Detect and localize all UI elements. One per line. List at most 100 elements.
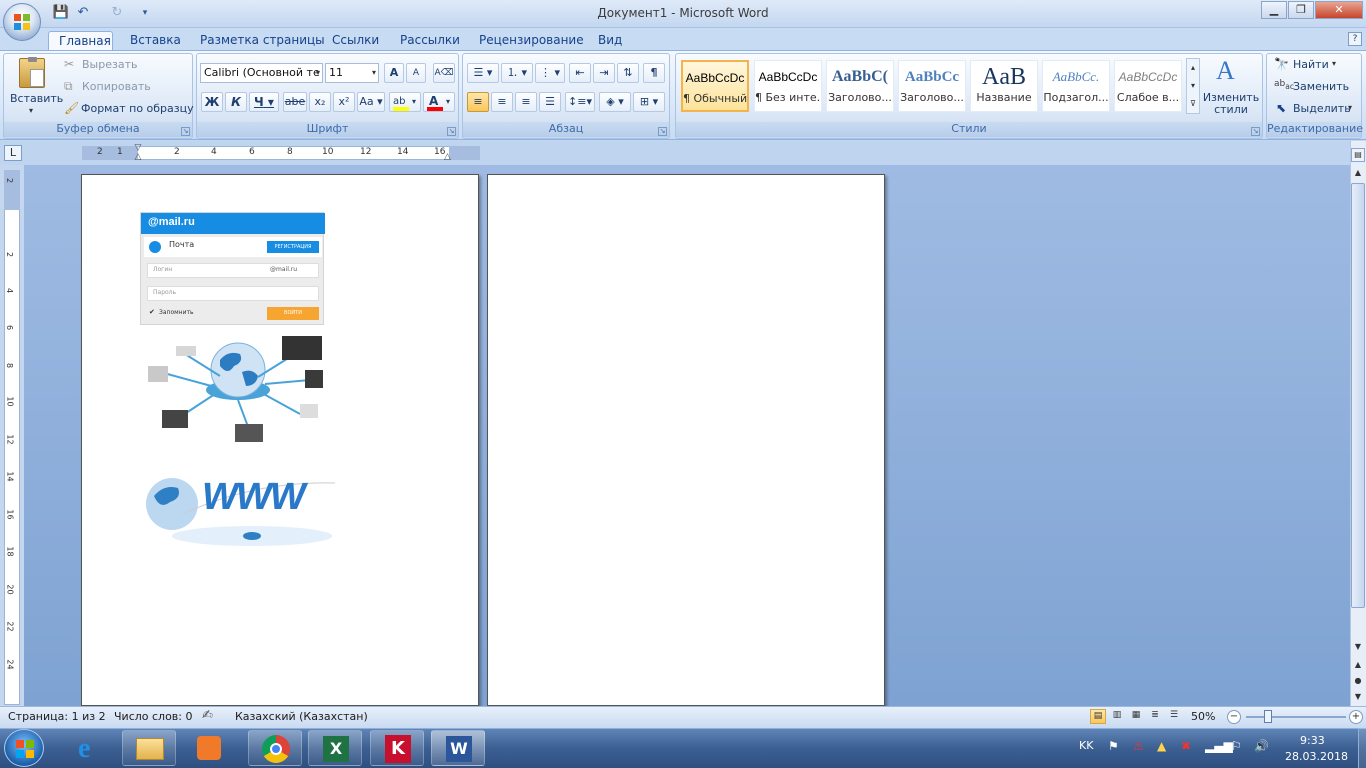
numbering-button[interactable]: ⒈ ▾ [501,63,533,83]
previous-page-icon[interactable]: ▲ [1351,658,1365,672]
decrease-indent-button[interactable]: ⇤ [569,63,591,83]
replace-button[interactable]: abac Заменить [1274,79,1360,95]
close-button[interactable]: ✕ [1315,1,1363,19]
find-button[interactable]: 🔭 Найти ▾ [1274,57,1360,73]
taskbar-chrome[interactable] [248,730,302,766]
zoom-slider-thumb[interactable] [1264,710,1272,723]
style-subtitle[interactable]: AaBbCc. Подзагол... [1042,60,1110,112]
shading-button[interactable]: ◈ ▾ [599,92,631,112]
tray-drive-icon[interactable]: ▲ [1157,739,1166,753]
select-button[interactable]: ⬉ Выделить ▾ [1274,101,1360,117]
subscript-button[interactable]: x₂ [309,92,331,112]
show-marks-button[interactable]: ¶ [643,63,665,83]
borders-button[interactable]: ⊞ ▾ [633,92,665,112]
zoom-out-icon[interactable]: − [1227,710,1241,724]
styles-launcher-icon[interactable]: ↘ [1251,127,1260,136]
tab-insert[interactable]: Вставка [120,31,191,51]
highlight-button[interactable]: ab ▾ [389,92,421,112]
tab-references[interactable]: Ссылки [322,31,389,51]
tab-mailings[interactable]: Рассылки [390,31,470,51]
indent-marker-icon[interactable]: ▽ △ [133,144,143,164]
paste-dropdown-icon[interactable]: ▾ [29,106,33,115]
mailru-login-image[interactable]: @mail.ru Почта РЕГИСТРАЦИЯ Логин @mail.r… [140,212,325,325]
tray-kaspersky-icon[interactable]: ✖ [1181,739,1191,753]
style-no-spacing[interactable]: AaBbCcDc ¶ Без инте... [754,60,822,112]
show-desktop-button[interactable] [1358,728,1366,768]
italic-button[interactable]: К [225,92,247,112]
font-launcher-icon[interactable]: ↘ [447,127,456,136]
network-globe-image[interactable] [140,332,340,462]
copy-button[interactable]: ⧉ Копировать [64,79,184,95]
tray-volume-icon[interactable]: 🔊 [1254,739,1269,753]
full-screen-reading-view-icon[interactable]: ▥ [1109,709,1125,724]
web-layout-view-icon[interactable]: ▦ [1128,709,1144,724]
tab-page-layout[interactable]: Разметка страницы [190,31,335,51]
scroll-up-icon[interactable]: ▲ [1351,166,1365,180]
paste-button[interactable]: Вставить ▾ [7,56,63,120]
taskbar-explorer[interactable] [122,730,176,766]
bold-button[interactable]: Ж [201,92,223,112]
font-size-combo[interactable]: 11 ▾ [325,63,379,83]
office-button[interactable] [3,3,41,41]
zoom-slider-track[interactable] [1246,716,1346,718]
superscript-button[interactable]: x² [333,92,355,112]
shrink-font-button[interactable]: A [406,63,426,83]
tab-view[interactable]: Вид [588,31,632,51]
styles-scroll[interactable]: ▴ ▾ ⊽ [1186,58,1200,114]
scrollbar-thumb[interactable] [1351,183,1365,608]
tray-language[interactable]: KK [1079,739,1093,752]
multilevel-list-button[interactable]: ⋮ ▾ [535,63,565,83]
paragraph-launcher-icon[interactable]: ↘ [658,127,667,136]
scroll-down-icon[interactable]: ▼ [1351,640,1365,654]
restore-button[interactable]: ❐ [1288,1,1314,19]
page-2[interactable] [487,174,885,706]
align-left-button[interactable]: ≡ [467,92,489,112]
align-center-button[interactable]: ≡ [491,92,513,112]
status-language[interactable]: Казахский (Казахстан) [235,710,368,723]
underline-button[interactable]: Ч ▾ [249,92,279,112]
next-page-icon[interactable]: ▼ [1351,690,1365,704]
zoom-level[interactable]: 50% [1191,710,1215,723]
start-button[interactable] [4,729,44,767]
proofing-icon[interactable]: ✍ [202,708,213,723]
zoom-in-icon[interactable]: + [1349,710,1363,724]
tab-selector[interactable]: L [4,145,22,161]
style-heading-2[interactable]: AaBbCc Заголово... [898,60,966,112]
help-icon[interactable]: ? [1348,32,1362,46]
change-styles-button[interactable]: A Изменить стили [1202,56,1260,120]
tray-date[interactable]: 28.03.2018 [1285,750,1348,763]
right-indent-marker-icon[interactable]: △ [444,152,451,162]
sort-button[interactable]: ⇅ [617,63,639,83]
strikethrough-button[interactable]: abe [283,92,307,112]
bullets-button[interactable]: ☰ ▾ [467,63,499,83]
style-heading-1[interactable]: AaBbC( Заголово... [826,60,894,112]
font-name-combo[interactable]: Calibri (Основной те ▾ [200,63,323,83]
tray-signal-icon[interactable]: ▂▄▆ [1205,739,1233,753]
clear-format-button[interactable]: A⌫ [433,63,455,83]
align-right-button[interactable]: ≡ [515,92,537,112]
taskbar-excel[interactable]: X [308,730,362,766]
tab-home[interactable]: Главная [48,31,113,51]
tray-network-icon[interactable]: ⚑ [1108,739,1119,753]
tray-flag-icon[interactable]: ⚐ [1231,739,1242,753]
increase-indent-button[interactable]: ⇥ [593,63,615,83]
select-browse-object-icon[interactable]: ● [1351,674,1365,688]
cut-button[interactable]: ✂ Вырезать [64,57,184,73]
grow-font-button[interactable]: A [384,63,404,83]
print-layout-view-icon[interactable]: ▤ [1090,709,1106,724]
minimize-button[interactable]: ▁ [1261,1,1287,19]
font-color-button[interactable]: A ▾ [423,92,455,112]
taskbar-kaspersky[interactable]: K [370,730,424,766]
status-words[interactable]: Число слов: 0 [114,710,193,723]
clipboard-launcher-icon[interactable]: ↘ [181,127,190,136]
outline-view-icon[interactable]: ≣ [1147,709,1163,724]
taskbar-media-player[interactable] [182,730,236,766]
format-painter-button[interactable]: 🖌 Формат по образцу [64,101,194,117]
taskbar-word[interactable]: W [431,730,485,766]
line-spacing-button[interactable]: ↕≡▾ [565,92,595,112]
style-normal[interactable]: AaBbCcDc ¶ Обычный [681,60,749,112]
style-subtle-emphasis[interactable]: AaBbCcDc Слабое в... [1114,60,1182,112]
taskbar-ie[interactable]: e [64,730,118,766]
view-ruler-toggle-icon[interactable]: ▤ [1351,148,1365,162]
draft-view-icon[interactable]: ☰ [1166,709,1182,724]
